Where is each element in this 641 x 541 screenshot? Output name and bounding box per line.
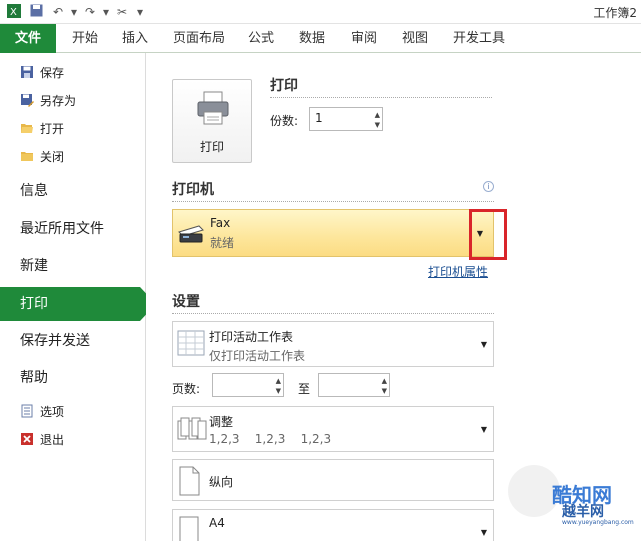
collate-select[interactable]: 调整 1,2,3 1,2,3 1,2,3 ▼	[172, 406, 494, 452]
watermark-text: 越羊网	[562, 504, 604, 520]
info-icon[interactable]: i	[483, 181, 494, 192]
copies-value: 1	[315, 111, 323, 125]
paper-size-label: A4	[209, 516, 225, 530]
print-scope-title: 打印活动工作表	[209, 330, 294, 344]
orientation-label: 纵向	[209, 475, 234, 489]
tab-home[interactable]: 开始	[72, 24, 98, 53]
backstage-nav: 保存 另存为 打开 关闭 信息 最近所用文件 新建 打印 保存并发送 帮助 选项…	[0, 53, 156, 541]
pages-from-stepper[interactable]: ▲ ▼	[212, 373, 284, 397]
nav-item-options[interactable]: 选项	[20, 401, 64, 423]
watermark: 酷知网 越羊网 www.yueyangbang.com	[478, 465, 634, 535]
nav-item-print[interactable]: 打印	[0, 287, 156, 321]
nav-label: 退出	[40, 433, 65, 447]
save-as-icon	[20, 92, 34, 107]
copies-label: 份数:	[270, 114, 299, 128]
nav-item-info[interactable]: 信息	[0, 174, 146, 208]
exit-icon	[20, 431, 34, 445]
pages-to-stepper[interactable]: ▲ ▼	[318, 373, 390, 397]
print-button-label: 打印	[199, 140, 224, 154]
nav-label: 另存为	[40, 94, 77, 108]
printer-status: 就绪	[210, 236, 235, 250]
nav-item-open[interactable]: 打开	[20, 118, 64, 140]
excel-logo-icon: X	[6, 4, 22, 20]
nav-item-help[interactable]: 帮助	[0, 361, 146, 395]
nav-label: 关闭	[40, 150, 65, 164]
nav-label: 打开	[40, 122, 65, 136]
options-icon	[20, 403, 34, 418]
print-button[interactable]: 打印	[172, 79, 252, 163]
print-scope-select[interactable]: 打印活动工作表 仅打印活动工作表 ▼	[172, 321, 494, 367]
svg-text:X: X	[10, 7, 17, 18]
tab-developer[interactable]: 开发工具	[453, 24, 505, 53]
highlight-annotation	[469, 209, 507, 260]
divider	[172, 313, 494, 314]
nav-item-save[interactable]: 保存	[20, 62, 64, 84]
tab-insert[interactable]: 插入	[122, 24, 148, 53]
undo-icon[interactable]: ↶	[50, 4, 66, 20]
save-icon	[20, 64, 34, 78]
chevron-down-icon[interactable]: ▼	[276, 387, 281, 395]
pages-to-label: 至	[298, 382, 311, 396]
tab-formulas[interactable]: 公式	[248, 24, 274, 53]
chevron-down-icon[interactable]: ▾	[98, 4, 114, 20]
paper-size-icon	[177, 516, 201, 541]
nav-item-save-send[interactable]: 保存并发送	[0, 324, 146, 358]
save-icon[interactable]	[28, 4, 44, 20]
nav-label: 选项	[40, 405, 65, 419]
printer-icon	[195, 90, 231, 130]
customize-icon[interactable]: ▾	[132, 4, 148, 20]
divider	[172, 201, 494, 202]
ribbon-tabs: 文件 开始 插入 页面布局 公式 数据 审阅 视图 开发工具	[0, 24, 641, 53]
worksheet-icon	[177, 330, 205, 360]
nav-label: 保存	[40, 66, 65, 80]
chevron-up-icon[interactable]: ▲	[276, 377, 281, 385]
divider	[270, 97, 492, 98]
paper-size-select[interactable]: A4 ▼	[172, 509, 494, 541]
chevron-down-icon[interactable]: ▾	[66, 4, 82, 20]
nav-item-new[interactable]: 新建	[0, 249, 146, 283]
open-folder-icon	[20, 120, 34, 134]
copies-stepper[interactable]: 1 ▲ ▼	[309, 107, 383, 131]
tab-view[interactable]: 视图	[402, 24, 428, 53]
tab-data[interactable]: 数据	[299, 24, 325, 53]
nav-item-save-as[interactable]: 另存为	[20, 90, 76, 112]
window-title: 工作簿2	[593, 6, 637, 20]
fax-printer-icon	[177, 222, 205, 248]
quick-access-toolbar: X ↶ ▾ ↷ ▾ ✂ ▾ 工作簿2	[0, 0, 641, 24]
chevron-down-icon[interactable]: ▼	[481, 340, 487, 349]
chevron-down-icon[interactable]: ▼	[481, 425, 487, 434]
printer-name: Fax	[210, 216, 231, 230]
chevron-up-icon[interactable]: ▲	[382, 377, 387, 385]
print-scope-subtitle: 仅打印活动工作表	[209, 349, 306, 363]
printer-section-title: 打印机	[172, 182, 214, 198]
chevron-up-icon[interactable]: ▲	[375, 111, 380, 119]
nav-item-exit[interactable]: 退出	[20, 429, 64, 451]
nav-item-recent[interactable]: 最近所用文件	[0, 212, 146, 246]
tab-file[interactable]: 文件	[0, 24, 56, 53]
portrait-page-icon	[177, 466, 201, 500]
orientation-select[interactable]: 纵向	[172, 459, 494, 501]
printer-select[interactable]: Fax 就绪 ▼	[172, 209, 494, 257]
watermark-url: www.yueyangbang.com	[562, 519, 634, 526]
collate-icon	[177, 417, 207, 445]
nav-item-close[interactable]: 关闭	[20, 146, 64, 168]
settings-section-title: 设置	[172, 294, 200, 310]
close-folder-icon	[20, 148, 34, 162]
collate-title: 调整	[209, 415, 234, 429]
redo-icon[interactable]: ↷	[82, 4, 98, 20]
chevron-down-icon[interactable]: ▼	[375, 121, 380, 129]
tools-icon[interactable]: ✂	[114, 4, 130, 20]
printer-properties-link[interactable]: 打印机属性	[428, 263, 488, 280]
chevron-down-icon[interactable]: ▼	[382, 387, 387, 395]
print-section-title: 打印	[270, 78, 298, 94]
tab-page-layout[interactable]: 页面布局	[173, 24, 225, 53]
collate-subtitle: 1,2,3 1,2,3 1,2,3	[209, 432, 332, 446]
tab-review[interactable]: 审阅	[351, 24, 377, 53]
pages-label: 页数:	[172, 382, 201, 396]
